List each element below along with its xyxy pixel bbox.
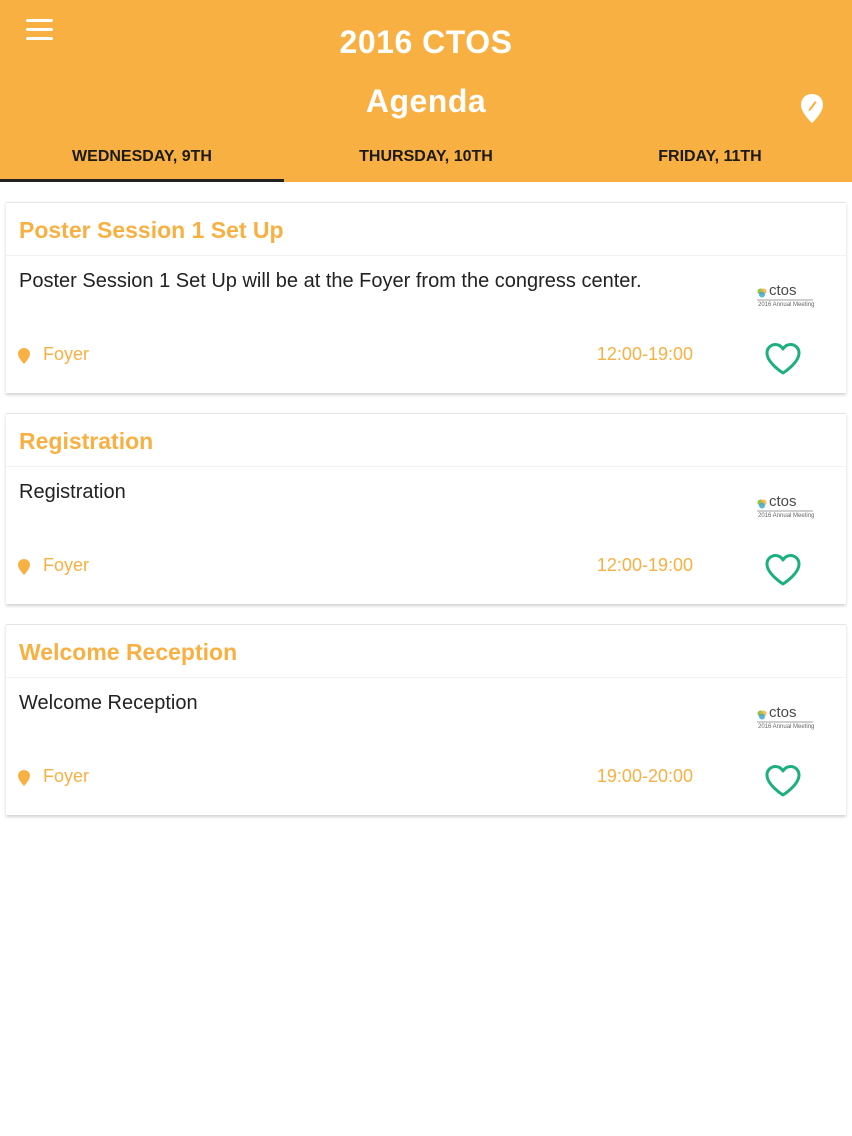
session-title: Registration bbox=[19, 428, 154, 454]
logo-subtitle: 2016 Annual Meeting bbox=[758, 302, 815, 308]
session-location: Foyer bbox=[43, 766, 90, 786]
app-header: 2016 CTOS Agenda WEDNESDAY, 9TH THURSDAY… bbox=[0, 0, 852, 182]
session-description: Welcome Reception bbox=[19, 692, 198, 714]
logo-tagline bbox=[757, 510, 813, 512]
agenda-list: Poster Session 1 Set Up Poster Session 1… bbox=[6, 202, 846, 835]
page-title: Agenda bbox=[365, 83, 487, 119]
logo-subtitle: 2016 Annual Meeting bbox=[758, 513, 815, 519]
tab-friday[interactable]: FRIDAY, 11TH bbox=[568, 136, 852, 182]
session-time: 12:00-19:00 bbox=[596, 344, 693, 364]
ctos-logo: ctos 2016 Annual Meeting bbox=[755, 282, 815, 315]
session-title: Welcome Reception bbox=[19, 639, 238, 665]
logo-text: ctos bbox=[769, 282, 797, 299]
session-card[interactable]: Welcome Reception Welcome Reception ctos… bbox=[6, 624, 846, 815]
session-location: Foyer bbox=[43, 344, 90, 364]
ctos-logo-mark bbox=[757, 499, 767, 509]
divider bbox=[6, 466, 846, 467]
logo-tagline bbox=[757, 721, 813, 723]
session-card[interactable]: Registration Registration ctos 2016 Annu… bbox=[6, 413, 846, 604]
ctos-logo-mark bbox=[757, 710, 767, 720]
app-title: 2016 CTOS bbox=[339, 24, 513, 60]
logo-text: ctos bbox=[769, 704, 797, 721]
logo-text: ctos bbox=[769, 493, 797, 510]
session-card[interactable]: Poster Session 1 Set Up Poster Session 1… bbox=[6, 202, 846, 393]
heart-outline-icon[interactable] bbox=[764, 553, 802, 587]
map-pin-icon[interactable] bbox=[798, 92, 826, 126]
heart-outline-icon[interactable] bbox=[764, 342, 802, 376]
location-pin-icon bbox=[18, 348, 30, 364]
day-tabs: WEDNESDAY, 9TH THURSDAY, 10TH FRIDAY, 11… bbox=[0, 136, 852, 182]
logo-subtitle: 2016 Annual Meeting bbox=[758, 724, 815, 730]
tab-wednesday[interactable]: WEDNESDAY, 9TH bbox=[0, 136, 284, 182]
session-title: Poster Session 1 Set Up bbox=[19, 217, 284, 243]
ctos-logo: ctos 2016 Annual Meeting bbox=[755, 493, 815, 526]
logo-tagline bbox=[757, 299, 813, 301]
tab-thursday[interactable]: THURSDAY, 10TH bbox=[284, 136, 568, 182]
divider bbox=[6, 255, 846, 256]
location-pin-icon bbox=[18, 559, 30, 575]
divider bbox=[6, 677, 846, 678]
session-description: Registration bbox=[19, 481, 126, 503]
session-description: Poster Session 1 Set Up will be at the F… bbox=[19, 270, 642, 292]
heart-outline-icon[interactable] bbox=[764, 764, 802, 798]
location-pin-icon bbox=[18, 770, 30, 786]
ctos-logo-mark bbox=[757, 288, 767, 298]
session-location: Foyer bbox=[43, 555, 90, 575]
session-time: 19:00-20:00 bbox=[596, 766, 693, 786]
ctos-logo: ctos 2016 Annual Meeting bbox=[755, 704, 815, 737]
session-time: 12:00-19:00 bbox=[596, 555, 693, 575]
